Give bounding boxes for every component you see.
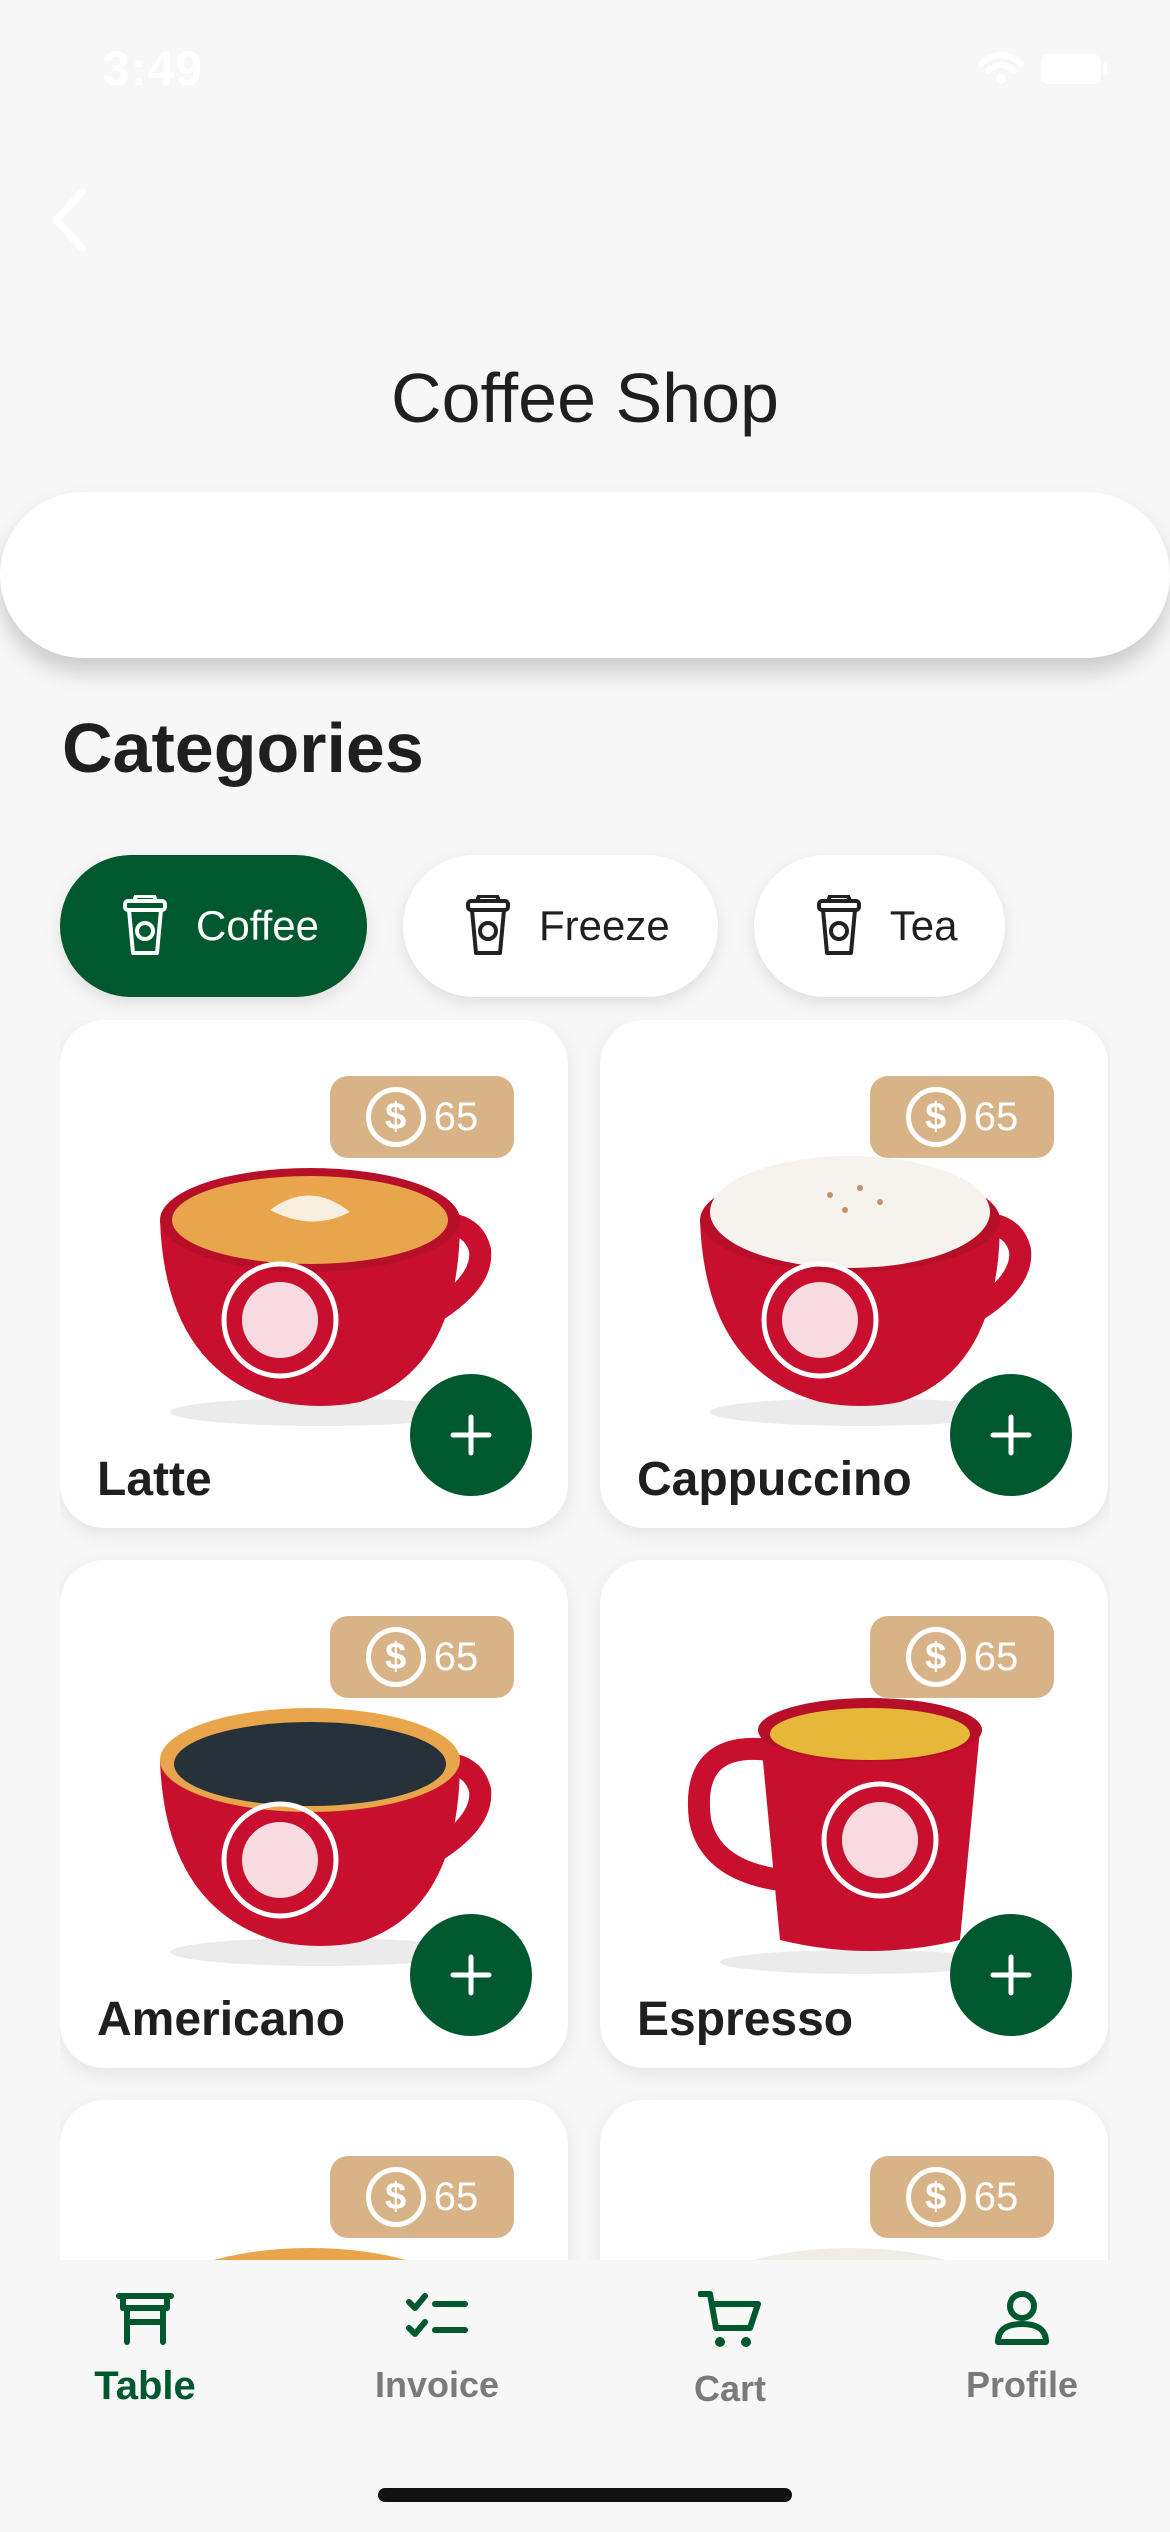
price-badge: $ 65 [330, 2156, 514, 2238]
category-chips: Coffee Freeze Tea [60, 855, 1006, 997]
price-value: 65 [973, 1094, 1019, 1139]
plus-icon [450, 1414, 492, 1456]
price-badge: $ 65 [870, 1076, 1054, 1158]
price-badge: $ 65 [330, 1616, 514, 1698]
product-card[interactable]: $ 65 [60, 2100, 568, 2260]
wifi-icon [978, 52, 1024, 84]
price-value: 65 [433, 1094, 479, 1139]
product-card[interactable]: $ 65 Cappuccino [600, 1020, 1108, 1528]
dollar-coin-icon: $ [365, 1627, 426, 1687]
back-button[interactable] [40, 180, 100, 260]
price-value: 65 [433, 2174, 479, 2219]
price-badge: $ 65 [330, 1076, 514, 1158]
plus-icon [990, 1954, 1032, 1996]
price-value: 65 [973, 1634, 1019, 1679]
add-to-cart-button[interactable] [950, 1914, 1072, 2036]
product-card[interactable]: $ 65 Americano [60, 1560, 568, 2068]
status-icons [978, 52, 1108, 86]
checklist-icon [406, 2293, 468, 2337]
tab-cart[interactable]: Cart [630, 2290, 830, 2410]
chevron-left-icon [52, 188, 86, 252]
product-card[interactable]: $ 65 Latte [60, 1020, 568, 1528]
search-bar[interactable] [0, 492, 1170, 658]
battery-icon [1041, 54, 1107, 84]
product-card[interactable]: $ 65 Espresso [600, 1560, 1108, 2068]
add-to-cart-button[interactable] [410, 1914, 532, 2036]
coffee-cup-icon [816, 895, 862, 957]
coffee-cup-icon [122, 895, 168, 957]
search-input[interactable] [60, 532, 1110, 618]
tab-table[interactable]: Table [45, 2290, 245, 2409]
add-to-cart-button[interactable] [950, 1374, 1072, 1496]
category-chip-freeze[interactable]: Freeze [403, 855, 718, 997]
tab-label: Table [94, 2364, 196, 2408]
category-chip-label: Tea [889, 902, 958, 949]
tab-label: Cart [693, 2368, 767, 2409]
product-card[interactable]: $ 65 [600, 2100, 1108, 2260]
product-grid[interactable]: $ 65 Latte $ 65 Cappuccino $ 65 American… [60, 1020, 1110, 2260]
price-badge: $ 65 [870, 1616, 1054, 1698]
product-name: Cappuccino [637, 1453, 912, 1506]
plus-icon [450, 1954, 492, 1996]
tab-label: Profile [965, 2364, 1079, 2405]
status-time: 3:49 [103, 43, 204, 96]
coffee-cup-icon [465, 895, 511, 957]
table-icon [116, 2293, 174, 2345]
tab-profile[interactable]: Profile [922, 2290, 1122, 2406]
dollar-coin-icon: $ [905, 1087, 966, 1147]
category-chip-label: Coffee [196, 902, 319, 949]
category-chip-label: Freeze [539, 902, 670, 949]
home-indicator [378, 2488, 792, 2502]
product-name: Espresso [637, 1993, 854, 2046]
person-icon [995, 2291, 1049, 2345]
product-name: Americano [97, 1993, 346, 2046]
plus-icon [990, 1414, 1032, 1456]
price-badge: $ 65 [870, 2156, 1054, 2238]
cart-icon [698, 2291, 761, 2347]
price-value: 65 [973, 2174, 1019, 2219]
price-value: 65 [433, 1634, 479, 1679]
tab-label: Invoice [374, 2364, 500, 2405]
dollar-coin-icon: $ [365, 1087, 426, 1147]
add-to-cart-button[interactable] [410, 1374, 532, 1496]
dollar-coin-icon: $ [365, 2167, 426, 2227]
page-title: Coffee Shop [391, 359, 779, 437]
category-chip-tea[interactable]: Tea [753, 855, 1006, 997]
categories-heading: Categories [62, 709, 424, 787]
product-name: Latte [97, 1453, 212, 1506]
tab-invoice[interactable]: Invoice [337, 2290, 537, 2406]
category-chip-coffee[interactable]: Coffee [60, 855, 367, 997]
dollar-coin-icon: $ [905, 2167, 966, 2227]
status-bar: 3:49 [0, 0, 1170, 140]
dollar-coin-icon: $ [905, 1627, 966, 1687]
